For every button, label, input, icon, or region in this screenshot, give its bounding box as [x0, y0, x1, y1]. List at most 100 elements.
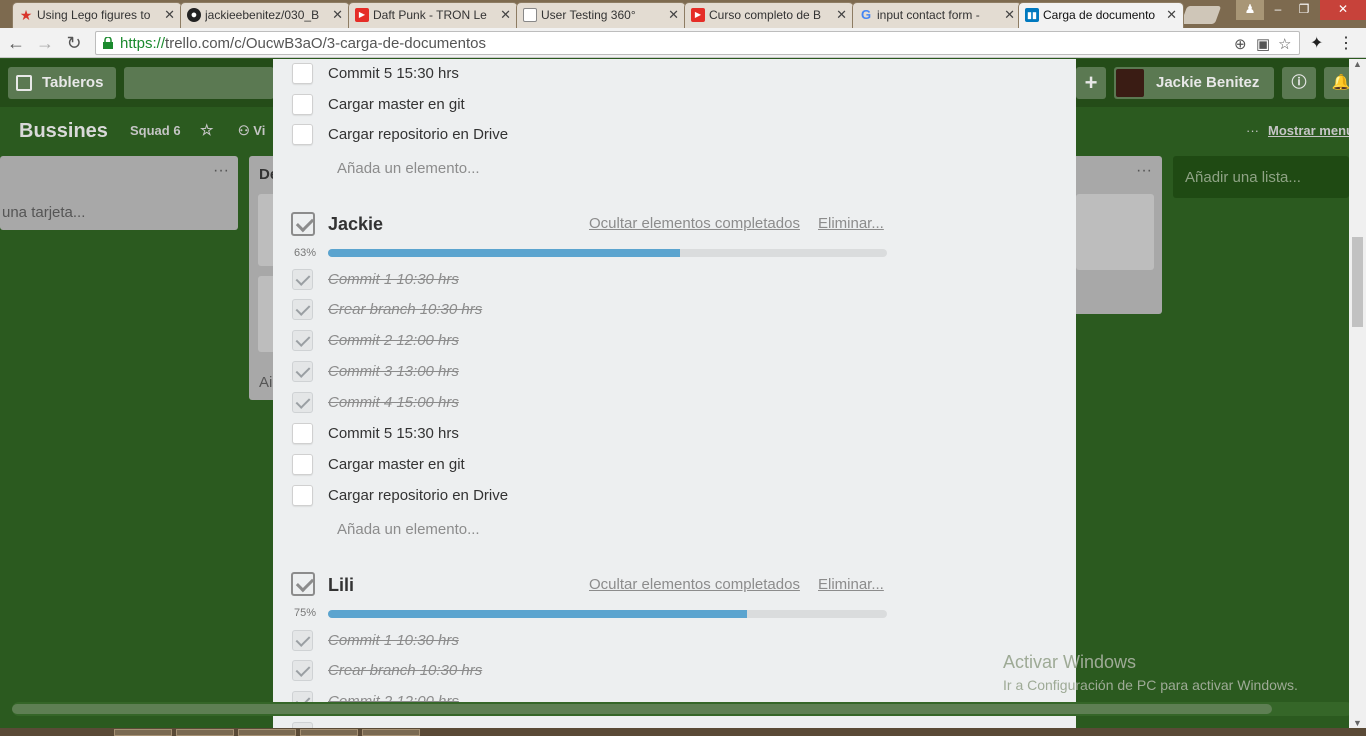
hide-completed-link[interactable]: Ocultar elementos completados	[589, 576, 800, 593]
list: ··· una tarjeta...	[0, 156, 238, 230]
translate-icon[interactable]: ▣	[1256, 35, 1270, 53]
progress-percent: 63%	[294, 247, 317, 259]
add-card-link[interactable]: una tarjeta...	[2, 204, 85, 221]
browser-tab[interactable]: User Testing 360° ✕	[516, 2, 686, 28]
extension-icon[interactable]: ✦	[1310, 33, 1323, 53]
checkbox[interactable]	[292, 485, 313, 506]
board-title[interactable]: Bussines	[19, 120, 108, 143]
info-icon[interactable]: ⓘ	[1282, 67, 1316, 99]
document-icon	[523, 8, 537, 22]
scroll-down-icon[interactable]: ▼	[1353, 718, 1362, 728]
close-tab-icon[interactable]: ✕	[668, 7, 679, 23]
checkbox[interactable]	[292, 94, 313, 115]
scrollbar-thumb[interactable]	[12, 704, 1272, 714]
avatar	[1116, 69, 1144, 97]
browser-toolbar: ← → ↻ https://trello.com/c/OucwB3aO/3-ca…	[0, 28, 1366, 58]
checkbox-checked[interactable]	[292, 660, 313, 681]
hide-completed-link[interactable]: Ocultar elementos completados	[589, 215, 800, 232]
vertical-scrollbar[interactable]: ▲ ▼	[1349, 59, 1366, 728]
zoom-icon[interactable]: ⊕	[1234, 35, 1247, 53]
close-tab-icon[interactable]: ✕	[1166, 7, 1177, 23]
close-tab-icon[interactable]: ✕	[836, 7, 847, 23]
add-item-link[interactable]: Añada un elemento...	[337, 521, 480, 538]
minimize-window-button[interactable]: –	[1264, 0, 1292, 20]
progress-fill	[328, 249, 681, 257]
browser-tab[interactable]: ● jackieebenitez/030_B ✕	[180, 2, 350, 28]
board-search-input[interactable]	[124, 67, 274, 99]
browser-tab-active[interactable]: ▮▮ Carga de documento ✕	[1018, 2, 1184, 28]
browser-tab-strip: ★ Using Lego figures to ✕ ● jackieebenit…	[0, 0, 1366, 28]
member-menu-button[interactable]: Jackie Benitez	[1114, 67, 1274, 99]
github-icon: ●	[187, 8, 201, 22]
taskbar-item[interactable]	[300, 729, 358, 736]
forward-arrow-icon[interactable]: →	[34, 32, 56, 54]
bookmark-star-icon[interactable]: ☆	[1278, 35, 1291, 53]
trello-icon: ▮▮	[1025, 8, 1039, 22]
show-menu-link[interactable]: Mostrar menú	[1268, 123, 1354, 138]
google-icon: G	[860, 7, 872, 22]
checkbox[interactable]	[292, 454, 313, 475]
reload-icon[interactable]: ↻	[63, 32, 85, 54]
list-menu-icon[interactable]: ···	[1136, 162, 1152, 180]
progress-bar	[328, 610, 887, 618]
browser-tab[interactable]: ▶ Daft Punk - TRON Le ✕	[348, 2, 518, 28]
checkbox[interactable]	[292, 63, 313, 84]
checkbox-checked[interactable]	[292, 269, 313, 290]
close-tab-icon[interactable]: ✕	[500, 7, 511, 23]
checkbox-checked[interactable]	[292, 330, 313, 351]
add-list-button[interactable]: Añadir una lista...	[1173, 156, 1349, 198]
team-name[interactable]: Squad 6	[130, 123, 181, 138]
checklist-icon	[291, 572, 315, 596]
list-menu-icon[interactable]: ···	[213, 162, 229, 180]
checkbox[interactable]	[292, 423, 313, 444]
progress-bar	[328, 249, 887, 257]
more-icon[interactable]: ···	[1246, 123, 1259, 138]
address-bar[interactable]: https://trello.com/c/OucwB3aO/3-carga-de…	[95, 31, 1300, 55]
delete-checklist-link[interactable]: Eliminar...	[818, 215, 884, 232]
scrollbar-thumb[interactable]	[1352, 237, 1363, 327]
checklist-title[interactable]: Lili	[328, 575, 354, 596]
scroll-up-icon[interactable]: ▲	[1353, 59, 1362, 69]
checkbox-checked[interactable]	[292, 630, 313, 651]
close-tab-icon[interactable]: ✕	[1004, 7, 1015, 23]
chrome-menu-icon[interactable]: ⋮	[1338, 33, 1354, 53]
card[interactable]	[1076, 194, 1154, 270]
boards-button[interactable]: Tableros	[8, 67, 116, 99]
star-icon: ★	[19, 7, 33, 23]
browser-tab[interactable]: ★ Using Lego figures to ✕	[12, 2, 182, 28]
new-tab-button[interactable]	[1180, 6, 1222, 24]
checkbox-checked[interactable]	[292, 392, 313, 413]
close-tab-icon[interactable]: ✕	[164, 7, 175, 23]
checklist-icon	[291, 212, 315, 236]
lock-icon	[103, 37, 113, 49]
add-button[interactable]: +	[1076, 67, 1106, 99]
taskbar-item[interactable]	[362, 729, 420, 736]
close-window-button[interactable]: ✕	[1320, 0, 1366, 20]
boards-icon	[16, 75, 32, 91]
checklist-title[interactable]: Jackie	[328, 214, 383, 235]
visibility-label[interactable]: ⚇ Vi	[238, 123, 265, 139]
taskbar-item[interactable]	[238, 729, 296, 736]
delete-checklist-link[interactable]: Eliminar...	[818, 576, 884, 593]
checkbox[interactable]	[292, 124, 313, 145]
horizontal-scrollbar[interactable]	[12, 702, 1353, 716]
user-profile-icon[interactable]: ♟	[1236, 0, 1264, 20]
add-card-link[interactable]: Ai	[259, 374, 272, 391]
taskbar-item[interactable]	[114, 729, 172, 736]
browser-tab[interactable]: G input contact form - ✕	[852, 2, 1022, 28]
windows-taskbar	[0, 728, 1366, 736]
close-tab-icon[interactable]: ✕	[332, 7, 343, 23]
list: ···	[1072, 156, 1162, 314]
add-item-link[interactable]: Añada un elemento...	[337, 160, 480, 177]
star-board-icon[interactable]: ☆	[200, 121, 213, 139]
progress-fill	[328, 610, 748, 618]
taskbar-item[interactable]	[176, 729, 234, 736]
restore-window-button[interactable]: ❐	[1290, 0, 1318, 20]
checkbox-checked[interactable]	[292, 361, 313, 382]
checkbox-checked[interactable]	[292, 299, 313, 320]
windows-activation-watermark: Activar Windows Ir a Configuración de PC…	[1003, 652, 1298, 693]
browser-tab[interactable]: ▶ Curso completo de B ✕	[684, 2, 854, 28]
back-arrow-icon[interactable]: ←	[5, 32, 27, 54]
progress-percent: 75%	[294, 607, 317, 619]
youtube-icon: ▶	[355, 8, 369, 22]
